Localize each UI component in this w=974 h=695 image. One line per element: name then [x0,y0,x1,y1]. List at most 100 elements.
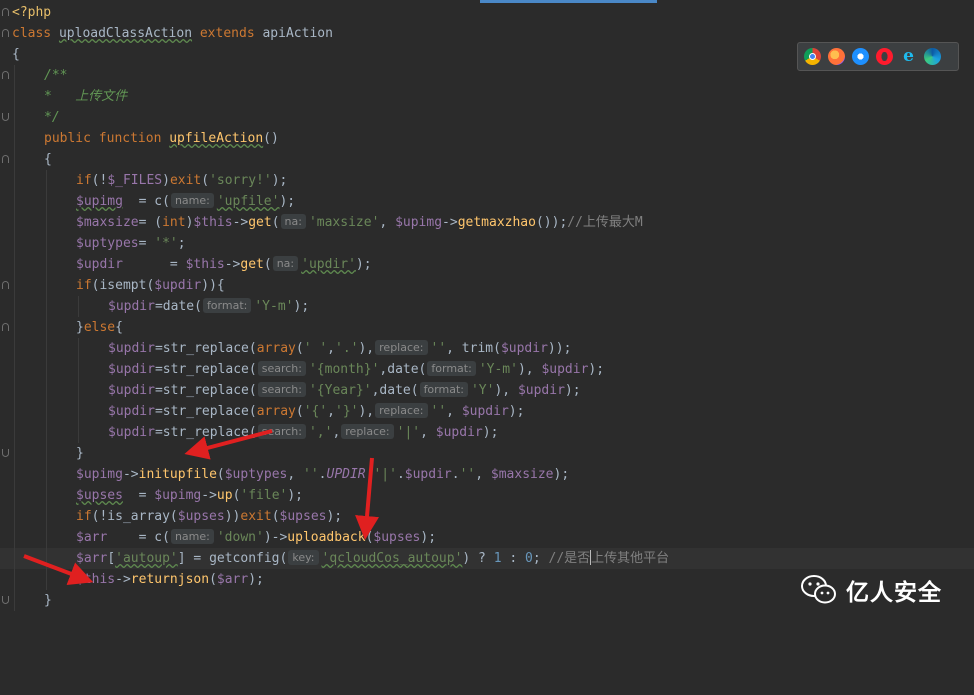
code-token: -> [224,257,241,272]
code-token: ), [358,404,375,419]
code-token: exit [240,509,272,524]
chrome-icon[interactable] [804,48,821,65]
code-token: ); [420,530,437,545]
code-token: )){ [201,278,225,293]
code-token: )-> [263,530,288,545]
edge-icon[interactable] [924,48,941,65]
code-variable: $maxsize [490,467,554,482]
fold-marker-icon[interactable] [0,443,12,464]
fold-marker-icon[interactable] [0,107,12,128]
ie-icon[interactable]: e [900,48,917,65]
code-token: apiAction [262,26,333,41]
code-comment: //是否 [548,551,591,566]
code-line: * 上传文件 [0,86,974,107]
code-string: ',' [308,425,333,440]
code-token: ; [177,236,186,251]
code-token: =str_replace( [154,425,257,440]
code-token: { [44,152,52,167]
code-line: $updir=date(format: 'Y-m'); [0,296,974,317]
code-token: public function [44,131,170,146]
code-variable: $updir [500,341,548,356]
code-token: ( [263,257,272,272]
code-token: . [396,467,405,482]
code-token: ); [564,383,581,398]
fold-marker-icon[interactable] [0,23,12,44]
code-token: ( [216,467,225,482]
code-variable: $this [185,257,225,272]
parameter-hint: key: [288,550,319,565]
code-token: int [162,215,186,230]
code-line: */ [0,107,974,128]
code-token: : [501,551,526,566]
code-token: else [83,320,116,335]
code-line: $updir=str_replace(array(' ','.'), replac… [0,338,974,359]
fold-marker-icon[interactable] [0,65,12,86]
code-string: 'sorry!' [209,173,272,188]
code-token: } [44,593,52,608]
code-variable: $updir [435,425,483,440]
code-token: ); [287,488,304,503]
code-number: 1 [493,551,502,566]
code-token: , [332,425,341,440]
code-variable: $updir [517,383,565,398]
firefox-icon[interactable] [828,48,845,65]
code-line: $upimg->initupfile($uptypes, ''.UPDIR.'|… [0,464,974,485]
code-token: ] = getconfig( [177,551,288,566]
code-token: } [76,446,84,461]
code-string: 'autoup' [115,551,178,566]
code-string: '{Year}' [308,383,372,398]
opera-icon[interactable] [876,48,893,65]
code-line: $upimg = c(name:'upfile'); [0,191,974,212]
code-variable: $upimg [395,215,443,230]
fold-marker-icon[interactable] [0,590,12,611]
watermark-text: 亿人安全 [846,580,942,606]
code-comment: //上传最大M [567,215,643,230]
code-variable: $updir [108,299,155,314]
code-line: $arr = c(name:'down')->uploadback($upses… [0,527,974,548]
code-line: $uptypes= '*'; [0,233,974,254]
code-token: ); [271,173,288,188]
code-string: '}' [335,404,359,419]
fold-marker-icon[interactable] [0,275,12,296]
code-token: = [122,257,186,272]
code-line: }else{ [0,317,974,338]
code-string: '|' [373,467,397,482]
fold-marker-icon[interactable] [0,317,12,338]
code-token: ); [326,509,343,524]
code-variable: $updir [108,341,155,356]
code-variable: $upimg [76,194,123,209]
fold-marker-icon[interactable] [0,2,12,23]
code-token: ( [295,404,304,419]
code-line: class uploadClassAction extends apiActio… [0,23,974,44]
code-token: ) ? [462,551,494,566]
code-token: =str_replace( [154,383,257,398]
code-token: . [318,467,327,482]
code-token: , [446,404,462,419]
code-line-current: $arr['autoup'] = getconfig(key:'qcloudCo… [0,548,974,569]
code-token: array [256,341,296,356]
code-token: ), [517,362,542,377]
code-token: ( [271,215,280,230]
code-line: if(isempt($updir)){ [0,275,974,296]
safari-icon[interactable] [852,48,869,65]
fold-marker-icon[interactable] [0,149,12,170]
parameter-hint: search: [257,424,306,439]
code-token: = [138,236,155,251]
code-token: = c( [107,530,170,545]
code-variable: $updir [108,362,155,377]
code-editor[interactable]: <?php class uploadClassAction extends ap… [0,2,974,611]
code-token: } [76,320,84,335]
code-variable: $uptypes [224,467,288,482]
code-string: 'Y-m' [478,362,518,377]
php-open-tag: <?php [12,5,52,20]
function-name: uploadback [287,530,366,545]
code-token: , [475,467,491,482]
code-token: { [115,320,123,335]
code-variable: $updir [76,257,123,272]
parameter-hint: format: [202,298,252,313]
code-string: '' [430,404,447,419]
code-constant: UPDIR [326,467,366,482]
parameter-hint: replace: [341,424,394,439]
code-variable: $_FILES [107,173,163,188]
code-token: ); [248,572,264,587]
